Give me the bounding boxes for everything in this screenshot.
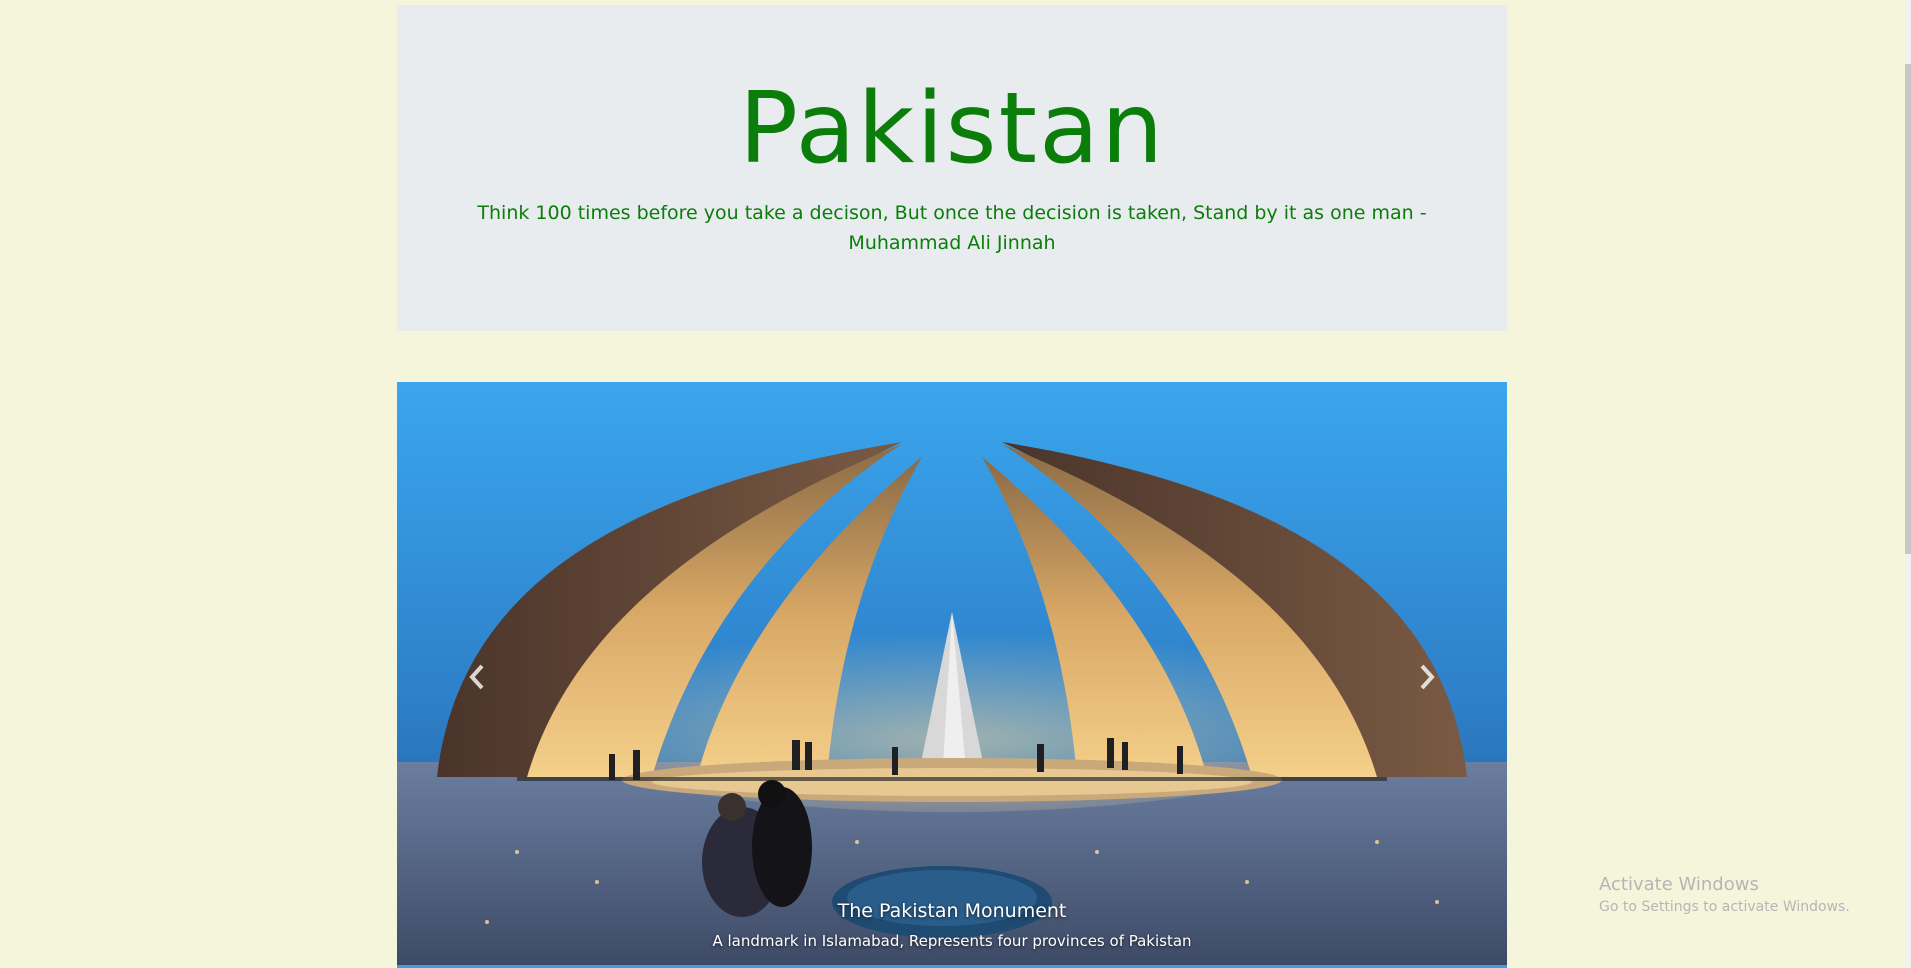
caption-text: A landmark in Islamabad, Represents four… bbox=[712, 932, 1192, 950]
jinnah-quote: Think 100 times before you take a deciso… bbox=[477, 202, 1427, 254]
chevron-right-icon bbox=[1420, 664, 1435, 690]
carousel-next-button[interactable] bbox=[1387, 632, 1467, 722]
caption-title: The Pakistan Monument bbox=[837, 900, 1067, 922]
image-carousel[interactable]: The Pakistan Monument A landmark in Isla… bbox=[397, 382, 1507, 968]
carousel-prev-button[interactable] bbox=[437, 632, 517, 722]
pakistan-monument-photo bbox=[397, 382, 1507, 968]
page-title: Pakistan bbox=[738, 72, 1166, 186]
carousel-caption: The Pakistan Monument A landmark in Isla… bbox=[397, 900, 1507, 950]
watermark-subtitle: Go to Settings to activate Windows. bbox=[1599, 899, 1850, 915]
jumbotron-header: Pakistan Think 100 times before you take… bbox=[397, 5, 1507, 331]
vertical-scrollbar[interactable] bbox=[1905, 0, 1911, 968]
watermark-title: Activate Windows bbox=[1599, 874, 1759, 895]
scrollbar-thumb[interactable] bbox=[1905, 64, 1911, 554]
activate-windows-watermark: Activate Windows Go to Settings to activ… bbox=[1599, 873, 1850, 917]
chevron-left-icon bbox=[469, 664, 484, 690]
page: Pakistan Think 100 times before you take… bbox=[0, 0, 1911, 968]
